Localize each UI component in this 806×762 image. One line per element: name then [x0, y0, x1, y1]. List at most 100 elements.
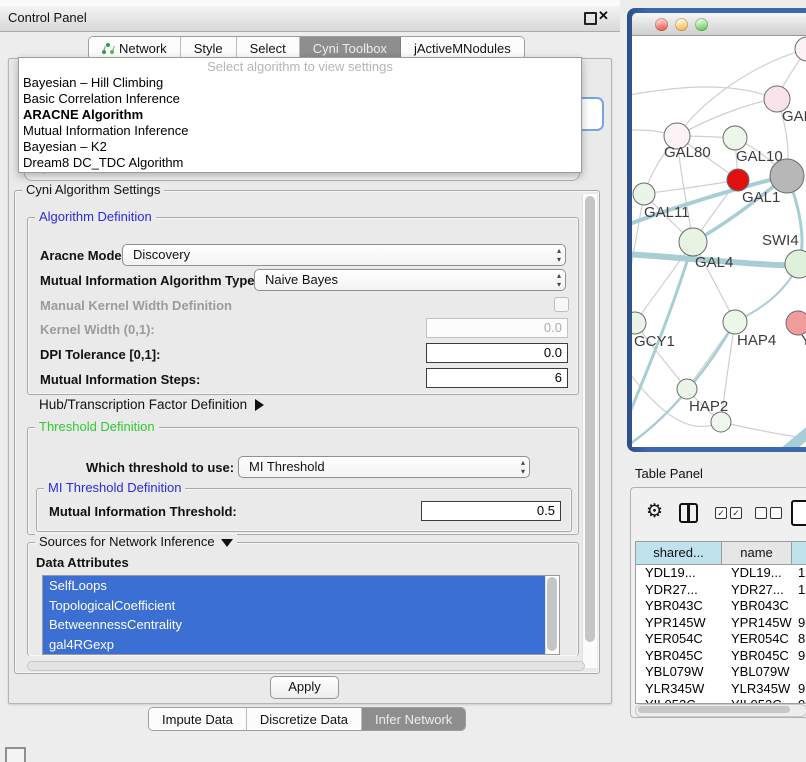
columns-icon[interactable]	[679, 503, 698, 523]
table-cell: YBR045C	[636, 648, 722, 665]
network-node-gal10[interactable]	[723, 126, 747, 150]
network-node-gal1[interactable]	[727, 169, 749, 191]
attribute-item[interactable]: SelfLoops	[43, 576, 546, 596]
scrollbar-thumb[interactable]	[585, 196, 595, 642]
table-row[interactable]: YDR27...YDR27...12	[636, 582, 806, 599]
network-node[interactable]	[770, 159, 804, 193]
network-node-gal4[interactable]	[679, 228, 707, 256]
algorithm-option[interactable]: Basic Correlation Inference	[19, 91, 581, 107]
close-traffic-light-icon[interactable]	[655, 18, 668, 31]
node-label: Y	[801, 332, 806, 349]
mi-threshold-label: Mutual Information Threshold:	[49, 504, 237, 519]
settings-horizontal-scrollbar[interactable]	[27, 661, 585, 671]
tab-infer-network[interactable]: Infer Network	[362, 708, 465, 730]
mi-steps-field[interactable]: 6	[426, 368, 568, 388]
table-row[interactable]: YBR043CYBR043C	[636, 598, 806, 615]
checked-checkbox-icon[interactable]: ✓	[715, 507, 727, 519]
algorithm-option[interactable]: Dream8 DC_TDC Algorithm	[19, 155, 581, 171]
manual-kernel-width-checkbox[interactable]	[554, 297, 569, 312]
which-threshold-select[interactable]: MI Threshold ▴▾	[238, 456, 530, 478]
collapsed-panel-icon[interactable]	[5, 747, 26, 762]
table-cell: YBL079W	[722, 664, 792, 681]
kernel-width-field: 0.0	[426, 318, 568, 338]
scrollbar-thumb[interactable]	[547, 577, 557, 651]
hub-definition-label: Hub/Transcription Factor Definition	[39, 397, 247, 412]
table-row[interactable]: YPR145WYPR145W9.	[636, 615, 806, 632]
table-row[interactable]: YER054CYER054C8.	[636, 631, 806, 648]
attributes-scrollbar[interactable]	[545, 576, 559, 654]
new-table-icon[interactable]	[791, 500, 806, 526]
tab-select[interactable]: Select	[237, 37, 300, 59]
table-row[interactable]: YIL052CYIL052C0.	[636, 697, 806, 703]
attribute-item[interactable]: TopologicalCoefficient	[43, 596, 546, 616]
unchecked-checkbox-icon[interactable]	[755, 507, 767, 519]
scrollbar-thumb[interactable]	[638, 706, 790, 713]
network-node-hap4[interactable]	[723, 310, 747, 334]
checked-checkbox-icon[interactable]: ✓	[730, 507, 742, 519]
tab-label: Cyni Toolbox	[313, 41, 387, 56]
sources-title[interactable]: Sources for Network Inference	[35, 534, 237, 550]
table-horizontal-scrollbar[interactable]	[635, 704, 806, 717]
tab-label: Select	[250, 41, 286, 56]
table-row[interactable]: YBL079WYBL079W	[636, 664, 806, 681]
network-edge	[632, 87, 777, 99]
table-cell: YBL079W	[636, 664, 722, 681]
network-node[interactable]	[795, 37, 806, 61]
tab-cyni-toolbox[interactable]: Cyni Toolbox	[300, 37, 401, 59]
dpi-tolerance-field[interactable]: 0.0	[426, 343, 568, 363]
collapsed-arrow-icon	[255, 399, 264, 411]
close-icon[interactable]: ✕	[598, 8, 609, 24]
network-window[interactable]: GALGAL80GAL10GAL1GAL11GAL4SWI4GCY1HAP4YH…	[632, 13, 806, 447]
column-header[interactable]: A	[792, 542, 806, 564]
control-panel-titlebar	[0, 6, 620, 32]
apply-button[interactable]: Apply	[270, 676, 339, 699]
algorithm-option[interactable]: Bayesian – K2	[19, 139, 581, 155]
mi-threshold-field[interactable]: 0.5	[421, 501, 561, 521]
settings-group-title: Cyni Algorithm Settings	[22, 182, 164, 198]
network-node[interactable]	[711, 412, 731, 432]
algorithm-option[interactable]: Mutual Information Inference	[19, 123, 581, 139]
tab-network[interactable]: Network	[89, 37, 181, 59]
zoom-traffic-light-icon[interactable]	[695, 18, 708, 31]
mi-threshold-definition-title: MI Threshold Definition	[44, 480, 185, 496]
network-canvas[interactable]: GALGAL80GAL10GAL1GAL11GAL4SWI4GCY1HAP4YH…	[632, 36, 806, 447]
table-cell: YDR27...	[722, 582, 792, 599]
tab-impute-data[interactable]: Impute Data	[149, 708, 247, 730]
aracne-mode-select[interactable]: Discovery ▴▾	[122, 244, 566, 266]
minimize-traffic-light-icon[interactable]	[675, 18, 688, 31]
mi-algorithm-type-select[interactable]: Naive Bayes ▴▾	[254, 269, 566, 291]
table-row[interactable]: YLR345WYLR345W9.	[636, 681, 806, 698]
table-cell: YDL19...	[636, 565, 722, 582]
table-cell: 12	[792, 582, 806, 599]
gear-icon[interactable]: ⚙	[646, 501, 663, 523]
which-threshold-label: Which threshold to use:	[86, 460, 234, 475]
column-header[interactable]: name	[722, 542, 792, 564]
node-label: GAL80	[664, 144, 711, 161]
float-window-icon[interactable]	[584, 12, 597, 25]
table-row[interactable]: YBR045CYBR045C9.	[636, 648, 806, 665]
settings-vertical-scrollbar[interactable]	[582, 194, 597, 668]
network-window-titlebar[interactable]	[632, 13, 806, 36]
column-header[interactable]: shared...	[636, 542, 722, 564]
tab-discretize-data[interactable]: Discretize Data	[247, 708, 362, 730]
tab-style[interactable]: Style	[181, 37, 237, 59]
network-node-gcy1[interactable]	[632, 312, 646, 334]
threshold-definition-group: Threshold Definition Which threshold to …	[27, 427, 579, 535]
algorithm-option[interactable]: ARACNE Algorithm	[19, 107, 581, 123]
network-window-focus-ring: GALGAL80GAL10GAL1GAL11GAL4SWI4GCY1HAP4YH…	[627, 8, 806, 452]
table-cell: YDL19...	[722, 565, 792, 582]
tab-jactivemnodules[interactable]: jActiveMNodules	[401, 37, 524, 59]
spinner-arrows-icon: ▴▾	[521, 458, 525, 476]
algorithm-option[interactable]: Bayesian – Hill Climbing	[19, 75, 581, 91]
tab-label: Impute Data	[162, 712, 233, 727]
attribute-item[interactable]: gal4RGexp	[43, 635, 546, 655]
table-row[interactable]: YDL19...YDL19...13	[636, 565, 806, 582]
attribute-item[interactable]: BetweennessCentrality	[43, 615, 546, 635]
table-toolbar: ⚙ ✓ ✓	[631, 498, 806, 532]
network-node-swi4[interactable]	[785, 250, 806, 278]
spinner-arrows-icon: ▴▾	[557, 271, 561, 289]
unchecked-checkbox-icon[interactable]	[770, 507, 782, 519]
network-node-gal11[interactable]	[633, 183, 655, 205]
network-node-hap2[interactable]	[677, 379, 697, 399]
hub-definition-toggle[interactable]: Hub/Transcription Factor Definition	[39, 397, 264, 412]
